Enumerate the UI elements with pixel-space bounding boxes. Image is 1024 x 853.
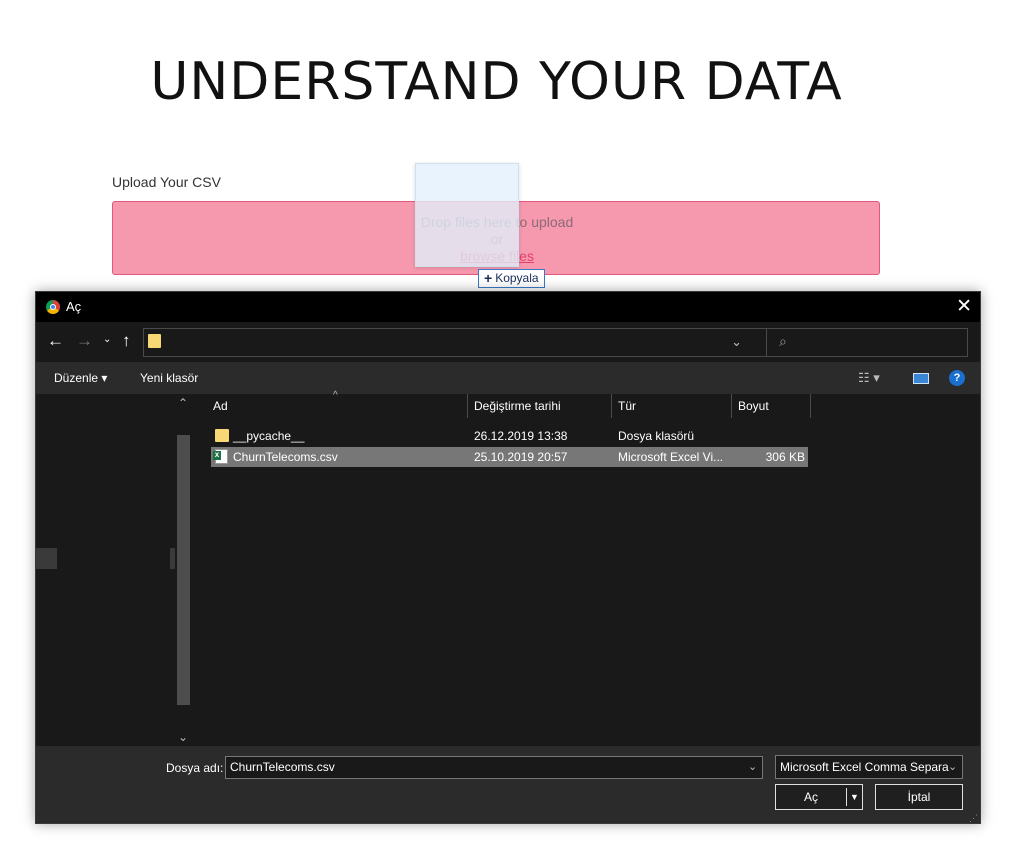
drag-ghost-image	[415, 163, 519, 267]
up-arrow-icon[interactable]: ↑	[122, 331, 131, 351]
search-icon: ⌕	[779, 333, 787, 349]
address-dropdown-chevron-icon[interactable]: ⌄	[731, 334, 742, 350]
column-divider[interactable]	[467, 394, 468, 418]
view-options-icon[interactable]: ☷ ▾	[858, 370, 880, 386]
open-button[interactable]: Aç ▼	[775, 784, 863, 810]
column-divider[interactable]	[611, 394, 612, 418]
cancel-button[interactable]: İptal	[875, 784, 963, 810]
folder-icon	[215, 429, 229, 442]
dialog-titlebar[interactable]: Aç ✕	[36, 292, 980, 322]
column-header-modified[interactable]: Değiştirme tarihi	[474, 399, 561, 413]
filename-label: Dosya adı:	[166, 761, 224, 775]
address-row: ← → ⌄ ↑ ⌄ ↻ ⌕	[36, 322, 980, 362]
filter-dropdown-chevron-icon[interactable]: ⌄	[948, 760, 957, 773]
plus-icon: +	[484, 270, 493, 286]
dialog-footer: Dosya adı: ChurnTelecoms.csv ⌄ Microsoft…	[36, 746, 980, 823]
forward-arrow-icon[interactable]: →	[76, 331, 93, 351]
recent-locations-chevron-icon[interactable]: ⌄	[103, 334, 111, 345]
help-icon[interactable]: ?	[949, 370, 965, 386]
address-bar[interactable]: ⌄ ↻	[143, 328, 793, 357]
search-input[interactable]: ⌕	[766, 328, 968, 357]
file-modified: 25.10.2019 20:57	[474, 450, 568, 464]
scroll-down-chevron-icon[interactable]: ⌄	[178, 730, 188, 744]
file-type-filter-select[interactable]: Microsoft Excel Comma Separa	[775, 755, 963, 779]
file-type: Dosya klasörü	[618, 429, 695, 443]
back-arrow-icon[interactable]: ←	[47, 331, 64, 351]
close-icon[interactable]: ✕	[956, 295, 972, 318]
open-file-dialog: Aç ✕ ← → ⌄ ↑ ⌄ ↻ ⌕ Düzenle ▾ Yeni klasör…	[35, 291, 981, 824]
upload-label: Upload Your CSV	[112, 174, 221, 190]
file-list: Ad ^ Değiştirme tarihi Tür Boyut __pycac…	[193, 390, 980, 746]
column-header-name[interactable]: Ad	[213, 399, 228, 413]
resize-grip-icon[interactable]: ⋰	[969, 814, 978, 823]
page-title: UNDERSTAND YOUR DATA	[150, 52, 843, 112]
open-dropdown-chevron-icon[interactable]: ▼	[850, 785, 859, 809]
copy-tooltip-label: Kopyala	[495, 271, 539, 285]
file-name: ChurnTelecoms.csv	[233, 450, 338, 464]
dialog-title: Aç	[66, 299, 82, 314]
scroll-up-chevron-icon[interactable]: ⌃	[178, 396, 188, 410]
scrollbar-thumb[interactable]	[177, 435, 190, 705]
file-size: 306 KB	[765, 450, 805, 464]
file-row[interactable]: __pycache__ 26.12.2019 13:38 Dosya klasö…	[211, 426, 808, 446]
dialog-toolbar: Düzenle ▾ Yeni klasör ☷ ▾ ?	[36, 362, 980, 394]
file-modified: 26.12.2019 13:38	[474, 429, 568, 443]
file-row-selected[interactable]: ChurnTelecoms.csv 25.10.2019 20:57 Micro…	[211, 447, 808, 467]
drag-copy-tooltip: + Kopyala	[478, 269, 545, 288]
filename-history-chevron-icon[interactable]: ⌄	[748, 760, 757, 773]
folder-icon	[148, 334, 161, 348]
file-name: __pycache__	[233, 429, 305, 443]
column-header-size[interactable]: Boyut	[738, 399, 769, 413]
navigation-pane[interactable]	[36, 394, 193, 746]
split-divider	[846, 788, 847, 806]
column-divider[interactable]	[810, 394, 811, 418]
chrome-icon	[46, 300, 60, 314]
open-button-label: Aç	[803, 790, 818, 804]
file-type: Microsoft Excel Vi...	[618, 450, 724, 464]
nav-pane-scrollbar[interactable]: ⌃ ⌄	[175, 394, 193, 746]
preview-pane-icon[interactable]	[913, 373, 929, 384]
excel-csv-icon	[213, 449, 228, 464]
sort-ascending-icon: ^	[333, 390, 338, 401]
column-divider[interactable]	[731, 394, 732, 418]
new-folder-button[interactable]: Yeni klasör	[140, 371, 198, 385]
organize-menu-button[interactable]: Düzenle ▾	[54, 371, 107, 385]
filename-field[interactable]: ChurnTelecoms.csv	[225, 756, 763, 779]
nav-pane-item-highlight	[36, 548, 57, 569]
column-header-type[interactable]: Tür	[618, 399, 636, 413]
